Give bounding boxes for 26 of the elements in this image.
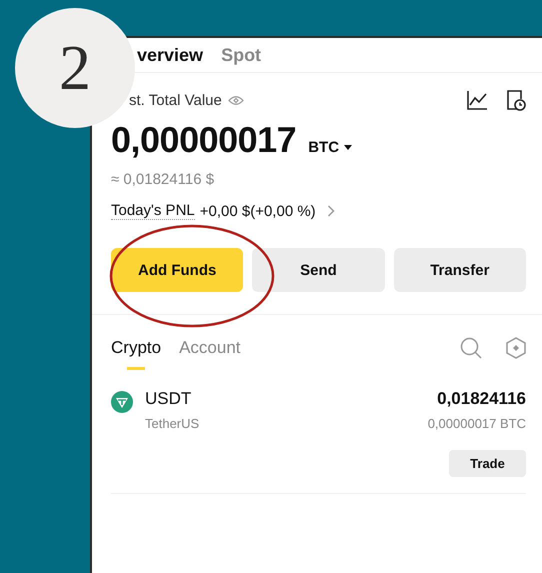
asset-symbol: USDT: [145, 389, 192, 409]
pnl-label: Today's PNL: [111, 202, 195, 220]
hexagon-icon[interactable]: [506, 337, 526, 359]
eye-icon[interactable]: [228, 94, 244, 106]
chevron-right-icon[interactable]: [326, 205, 335, 217]
asset-name: TetherUS: [145, 416, 200, 431]
asset-amount: 0,01824116: [437, 389, 526, 409]
action-button[interactable]: Send: [252, 248, 385, 292]
chart-icon[interactable]: [466, 89, 488, 111]
tab[interactable]: Account: [179, 338, 241, 370]
action-button[interactable]: Transfer: [394, 248, 526, 292]
currency-selector[interactable]: BTC: [308, 139, 340, 156]
caret-icon[interactable]: [344, 145, 352, 150]
balance-amount: 0,00000017: [111, 119, 296, 161]
trade-button[interactable]: Trade: [449, 450, 526, 477]
tab[interactable]: Crypto: [111, 338, 162, 370]
total-value-label: st. Total Value: [129, 92, 222, 108]
document-clock-icon[interactable]: [506, 89, 526, 111]
pnl-value: +0,00 $(+0,00 %): [200, 202, 316, 220]
tab[interactable]: Spot: [221, 44, 262, 66]
search-icon[interactable]: [460, 337, 482, 359]
asset-btc-value: 0,00000017 BTC: [428, 416, 526, 431]
action-button[interactable]: Add Funds: [111, 248, 244, 292]
tab[interactable]: verview: [137, 44, 204, 66]
fiat-value: ≈ 0,01824116 $: [111, 171, 216, 188]
coin-icon: [111, 391, 133, 413]
